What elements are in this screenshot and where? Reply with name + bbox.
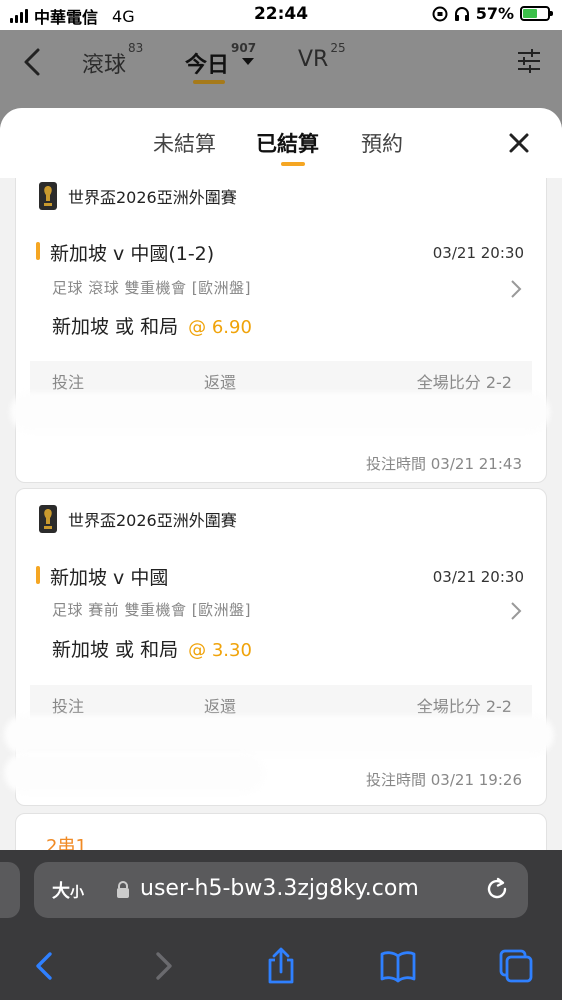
parlay-card[interactable]: 2串1 (15, 813, 547, 850)
tab-scheduled[interactable]: 預約 (361, 128, 403, 158)
tab-live[interactable]: 滾球 83 (82, 41, 143, 79)
bet-history-sheet: 未結算 已結算 預約 世界盃2026亞洲外圍賽 新加坡 v 中國(1-2) 03… (0, 108, 562, 850)
match-time: 03/21 20:30 (432, 243, 524, 262)
league-row: 世界盃2026亞洲外圍賽 (38, 182, 237, 210)
browser-toolbar (0, 930, 562, 1000)
selection-label: 新加坡 或 和局 (52, 639, 179, 661)
status-bar: 中華電信 4G 22:44 57% (0, 0, 562, 30)
browser-address-area: 大小 user-h5-bw3.3zjg8ky.com (0, 850, 562, 930)
text-size-button[interactable]: 大小 (52, 877, 84, 903)
match-title: 新加坡 v 中國(1-2) (36, 239, 214, 266)
tab-unsettled[interactable]: 未結算 (153, 128, 216, 158)
full-time-score: 全場比分 2-2 (416, 697, 512, 716)
previous-tab-preview[interactable] (0, 862, 20, 918)
tab-live-count: 83 (128, 41, 144, 55)
bet-meta: 足球 賽前 雙重機會 [歐洲盤] (52, 601, 252, 619)
close-icon[interactable] (508, 132, 530, 154)
bet-card[interactable]: 世界盃2026亞洲外圍賽 新加坡 v 中國 03/21 20:30 足球 賽前 … (4, 488, 554, 806)
url-text: user-h5-bw3.3zjg8ky.com (140, 876, 419, 901)
league-name: 世界盃2026亞洲外圍賽 (68, 511, 237, 530)
tab-today-count: 907 (231, 41, 257, 55)
return-label: 返還 (204, 373, 237, 392)
filter-settings-icon[interactable] (516, 48, 542, 74)
battery-icon (520, 6, 553, 21)
odds-value: @ 3.30 (188, 640, 252, 661)
tabs-icon[interactable] (496, 946, 536, 986)
chevron-right-icon[interactable] (510, 279, 522, 299)
odds-value: @ 6.90 (188, 317, 252, 338)
selection-row: 新加坡 或 和局 @ 3.30 (52, 635, 252, 662)
redacted-values (4, 715, 554, 755)
bookmarks-icon[interactable] (378, 946, 418, 986)
app-header: 滾球 83 今日 907 VR 25 (0, 30, 562, 110)
back-arrow-icon[interactable] (18, 44, 48, 80)
selection-label: 新加坡 或 和局 (52, 316, 179, 338)
headphones-icon (454, 6, 469, 21)
forward-icon[interactable] (144, 946, 184, 986)
caret-down-icon (242, 58, 254, 65)
share-icon[interactable] (261, 946, 301, 986)
bet-card[interactable]: 世界盃2026亞洲外圍賽 新加坡 v 中國(1-2) 03/21 20:30 足… (10, 148, 550, 483)
reload-icon[interactable] (484, 876, 510, 902)
tab-vr[interactable]: VR 25 (298, 41, 346, 72)
stake-label: 投注 (52, 697, 85, 716)
lock-icon (117, 881, 129, 898)
world-cup-trophy-icon (39, 182, 57, 210)
stake-label: 投注 (52, 373, 85, 392)
bet-time: 投注時間 03/21 19:26 (366, 771, 522, 789)
tab-today[interactable]: 今日 907 (185, 41, 256, 79)
back-icon[interactable] (24, 946, 64, 986)
parlay-label: 2串1 (46, 836, 87, 850)
league-name: 世界盃2026亞洲外圍賽 (68, 188, 237, 207)
redacted-values (4, 753, 264, 793)
chevron-right-icon[interactable] (510, 601, 522, 621)
tab-settled[interactable]: 已結算 (256, 128, 319, 158)
bet-meta: 足球 滾球 雙重機會 [歐洲盤] (52, 279, 252, 297)
world-cup-trophy-icon (39, 505, 57, 533)
settled-tab-indicator (281, 162, 305, 166)
redacted-values (10, 392, 550, 432)
battery-percent: 57% (475, 4, 514, 23)
full-time-score: 全場比分 2-2 (416, 373, 512, 392)
selection-row: 新加坡 或 和局 @ 6.90 (52, 312, 252, 339)
bet-time: 投注時間 03/21 21:43 (366, 455, 522, 473)
match-title: 新加坡 v 中國 (36, 563, 168, 590)
sheet-header: 未結算 已結算 預約 (0, 108, 562, 178)
orientation-lock-icon (432, 6, 448, 21)
tab-vr-count: 25 (330, 41, 346, 55)
return-label: 返還 (204, 697, 237, 716)
match-time: 03/21 20:30 (432, 567, 524, 586)
active-tab-indicator (193, 80, 225, 84)
address-bar[interactable]: 大小 user-h5-bw3.3zjg8ky.com (34, 862, 528, 918)
league-row: 世界盃2026亞洲外圍賽 (38, 505, 237, 533)
